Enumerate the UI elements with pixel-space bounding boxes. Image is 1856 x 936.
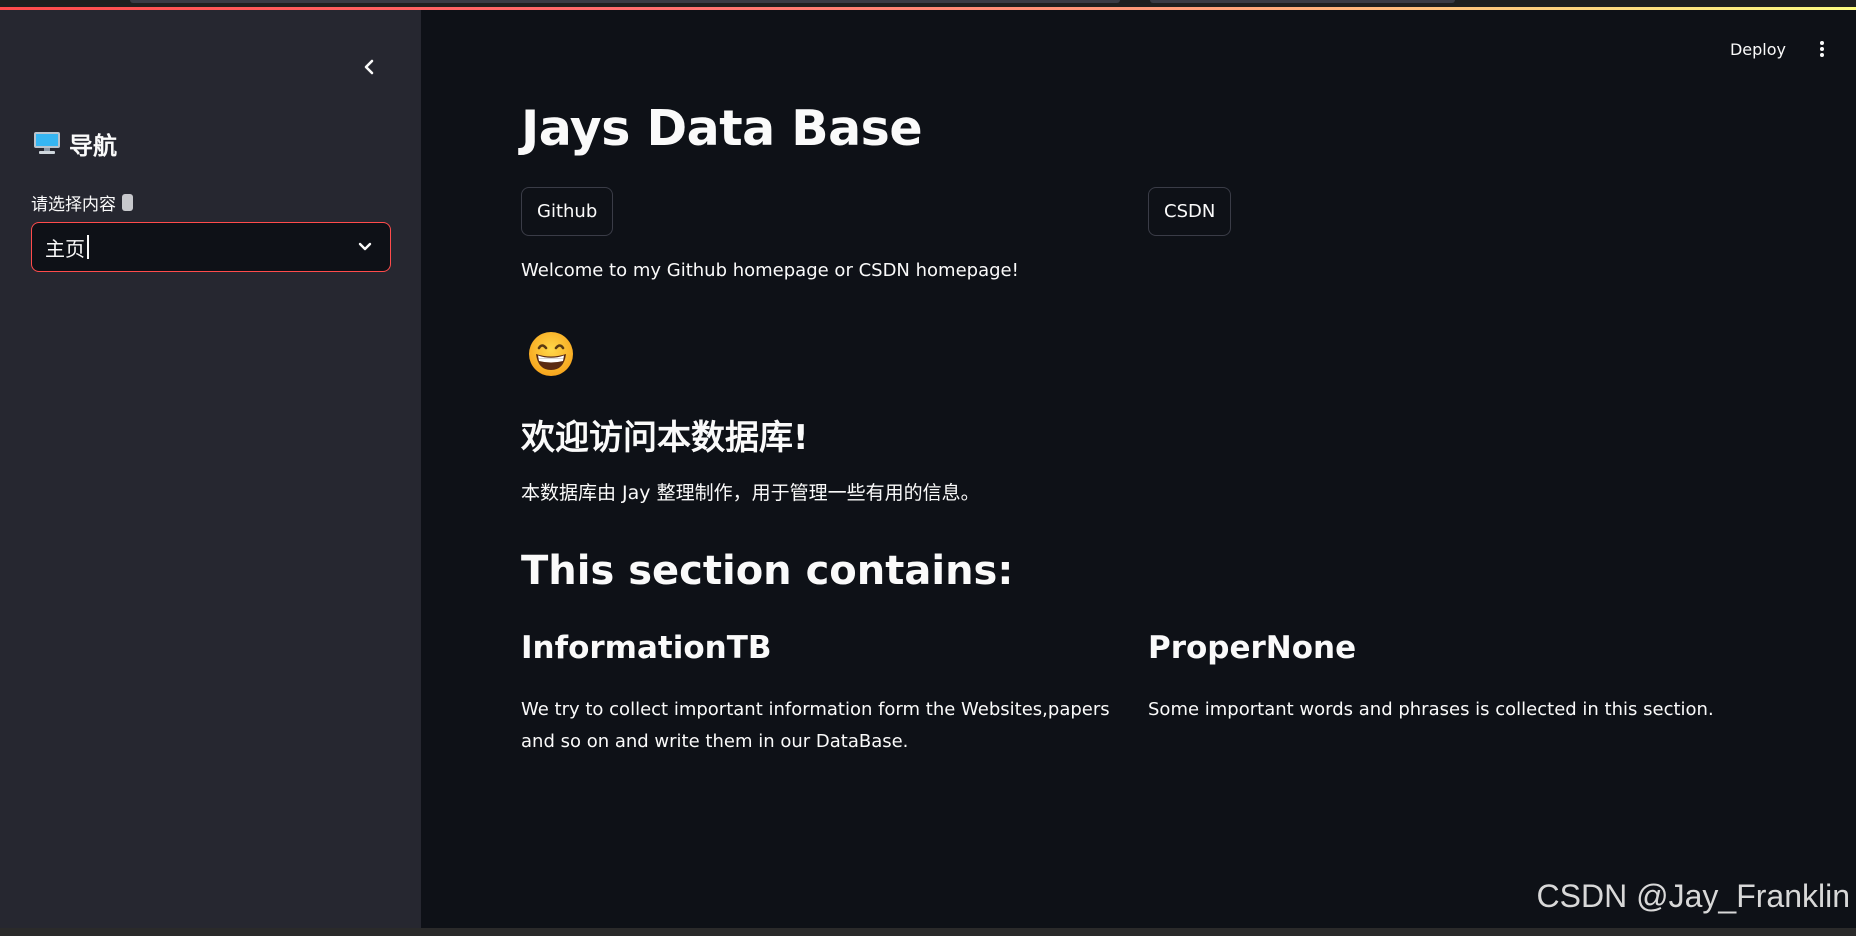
help-icon[interactable] [122,194,133,211]
section-column-propernone: ProperNone Some important words and phra… [1148,630,1758,726]
page-title: Jays Data Base [521,100,923,157]
content-select[interactable]: 主页 [31,222,391,272]
welcome-text: Welcome to my Github homepage or CSDN ho… [521,260,1019,281]
header-toolbar: Deploy [1730,38,1832,60]
grinning-face-icon [529,332,573,376]
csdn-button[interactable]: CSDN [1148,187,1232,236]
collapse-sidebar-button[interactable] [356,54,382,80]
github-button[interactable]: Github [521,187,614,236]
select-value: 主页 [45,236,85,261]
app-window: 导航 请选择内容 主页 Deploy Jays Data Base Github… [0,0,1856,936]
desktop-computer-icon [34,132,60,154]
sidebar-title: 导航 [33,126,117,160]
main-menu-button[interactable] [1812,38,1832,60]
column-title: InformationTB [521,630,772,666]
watermark: CSDN @Jay_Franklin [1536,878,1850,914]
column-text: Some important words and phrases is coll… [1148,699,1714,720]
select-label-text: 请选择内容 [31,195,116,215]
section-column-informationtb: InformationTB We try to collect importan… [521,630,1131,758]
main-content: Jays Data Base Github CSDN Welcome to my… [521,0,1721,936]
bottom-strip [0,928,1856,936]
select-chevron[interactable] [354,236,376,258]
welcome-heading: 欢迎访问本数据库! [521,418,809,458]
chevron-left-icon [364,59,374,75]
text-cursor [87,235,89,259]
select-label: 请选择内容 [31,190,133,215]
sidebar: 导航 请选择内容 主页 [0,10,421,930]
vertical-dots-icon [1820,41,1824,57]
deploy-button[interactable]: Deploy [1730,40,1786,59]
column-title: ProperNone [1148,630,1357,666]
column-text: We try to collect important information … [521,699,1110,752]
database-description: 本数据库由 Jay 整理制作，用于管理一些有用的信息。 [521,482,980,504]
section-heading: This section contains: [521,548,1014,594]
sidebar-title-text: 导航 [69,131,117,160]
chevron-down-icon [358,242,372,251]
